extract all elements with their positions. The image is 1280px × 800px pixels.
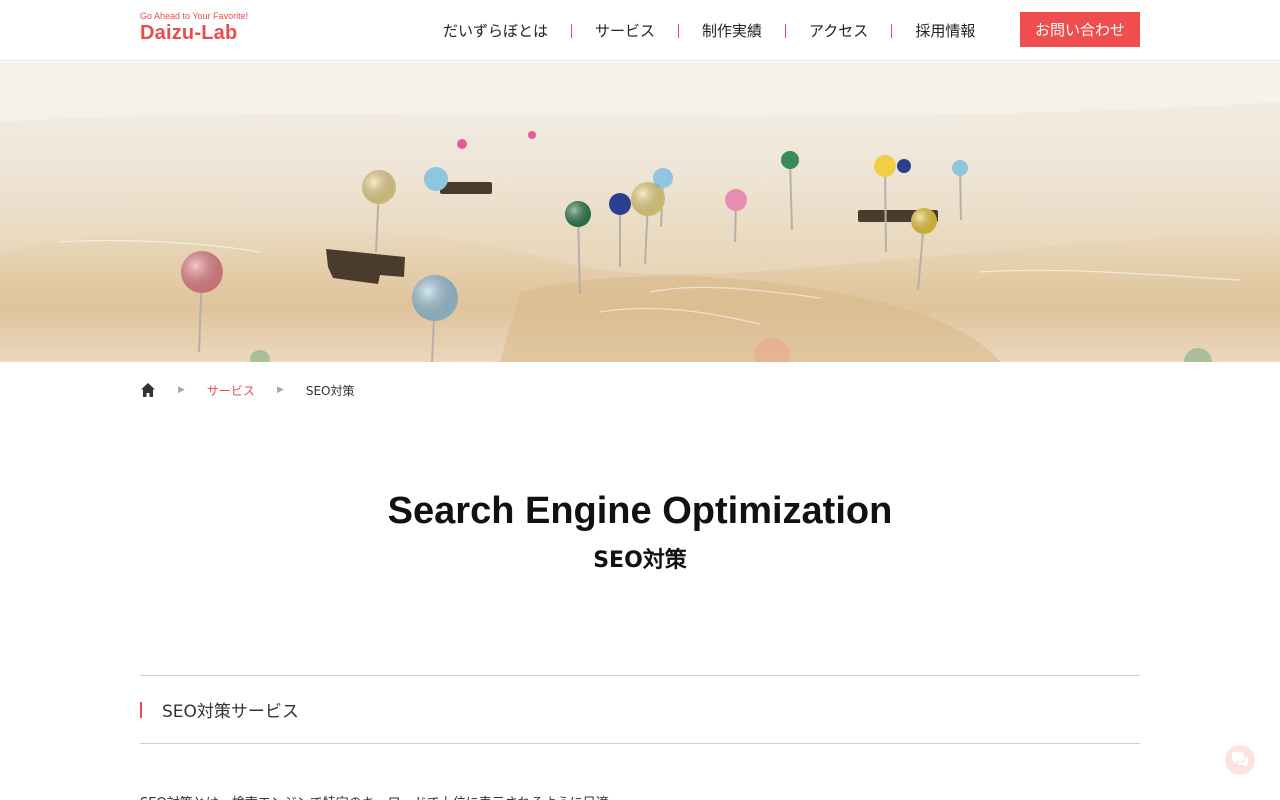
breadcrumb-arrow-icon: ▶ <box>178 385 185 395</box>
section-title: SEO対策サービス <box>162 702 299 722</box>
site-header: Go Ahead to Your Favorite! Daizu-Lab だいず… <box>0 0 1280 61</box>
nav-item-works[interactable]: 制作実績 <box>679 20 785 41</box>
breadcrumb-link-service[interactable]: サービス <box>207 382 255 399</box>
breadcrumb: ▶ サービス ▶ SEO対策 <box>140 380 355 400</box>
logo-tagline: Go Ahead to Your Favorite! <box>140 11 249 21</box>
hero-image <box>0 62 1280 362</box>
breadcrumb-arrow-icon: ▶ <box>276 385 284 395</box>
contact-button[interactable]: お問い合わせ <box>1020 12 1140 47</box>
section-accent-bar <box>140 701 142 718</box>
section-heading: SEO対策サービス <box>140 675 1140 744</box>
nav-item-recruit[interactable]: 採用情報 <box>892 20 998 41</box>
map-pins-photo <box>0 62 1280 362</box>
nav-item-service[interactable]: サービス <box>572 20 678 41</box>
home-icon[interactable] <box>140 382 156 398</box>
nav-item-about[interactable]: だいずらぼとは <box>420 20 571 41</box>
nav-item-access[interactable]: アクセス <box>786 20 891 41</box>
logo-name: Daizu-Lab <box>140 22 238 44</box>
logo[interactable]: Go Ahead to Your Favorite! Daizu-Lab <box>140 11 260 47</box>
page-title-en: Search Engine Optimization <box>387 490 893 532</box>
breadcrumb-current: SEO対策 <box>305 383 355 398</box>
chat-button[interactable] <box>1225 745 1255 775</box>
main-nav: だいずらぼとは サービス 制作実績 アクセス 採用情報 <box>420 0 998 61</box>
intro-text: SEO対策とは、検索エンジンで特定のキーワードで上位に表示されるように目適... <box>140 792 621 800</box>
chat-bubbles-icon <box>1232 752 1248 767</box>
page-title-ja: SEO対策 <box>593 548 687 573</box>
